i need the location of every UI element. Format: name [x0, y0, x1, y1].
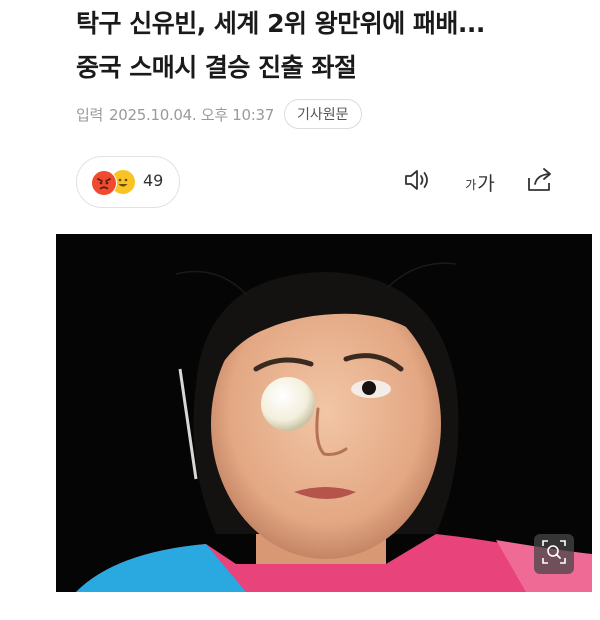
- published-date: 2025.10.04. 오후 10:37: [109, 105, 275, 124]
- original-article-button[interactable]: 기사원문: [284, 99, 362, 129]
- published-label: 입력: [76, 105, 104, 124]
- headline-line-1: 탁구 신유빈, 세계 2위 왕만위에 패배...: [76, 9, 485, 38]
- share-button[interactable]: [522, 164, 558, 200]
- font-size-large-glyph: 가: [477, 172, 495, 195]
- article-meta: 입력 2025.10.04. 오후 10:37 기사원문: [76, 96, 362, 132]
- reaction-button[interactable]: 49: [76, 156, 180, 208]
- font-size-small-glyph: 가: [465, 177, 477, 192]
- article-headline: 탁구 신유빈, 세계 2위 왕만위에 패배... 중국 스매시 결승 진출 좌절: [76, 2, 586, 90]
- font-size-button[interactable]: 가 가: [460, 164, 500, 200]
- headline-line-2: 중국 스매시 결승 진출 좌절: [76, 53, 357, 82]
- reaction-count: 49: [143, 171, 164, 190]
- speaker-icon: [403, 167, 433, 197]
- angry-face-icon: [91, 170, 117, 196]
- article-photo[interactable]: [56, 234, 592, 592]
- listen-button[interactable]: [400, 164, 436, 200]
- player-photo-illustration: [56, 234, 592, 592]
- magnifier-icon: [541, 539, 567, 569]
- photo-zoom-button[interactable]: [534, 534, 574, 574]
- share-icon: [525, 166, 555, 198]
